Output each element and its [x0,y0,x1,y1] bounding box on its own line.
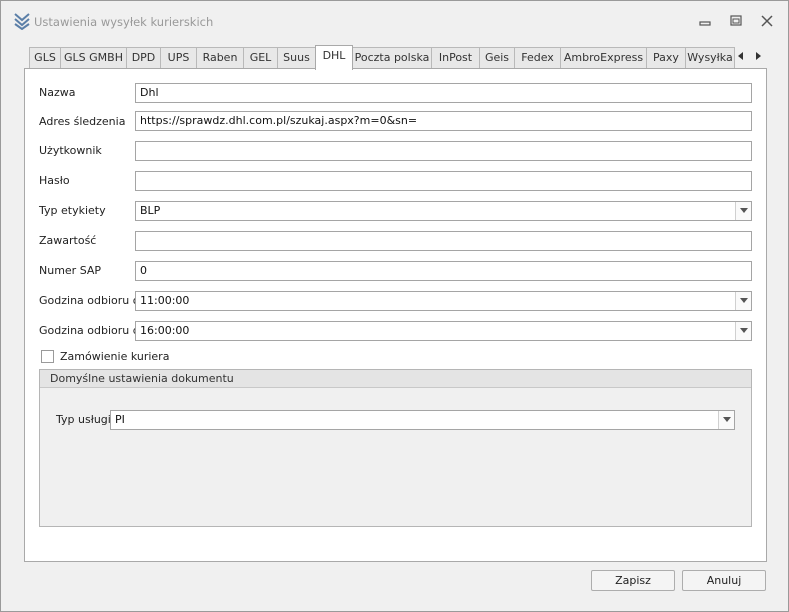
typ-uslugi-dropdown-button[interactable] [718,411,734,429]
tab-gel[interactable]: GEL [243,47,278,69]
typ-etykiety-combo[interactable]: BLP [135,201,752,221]
tab-geis[interactable]: Geis [479,47,515,69]
group-header: Domyślne ustawienia dokumentu [40,370,751,388]
close-icon[interactable] [759,14,775,28]
godzina-od-dropdown-button[interactable] [735,292,751,310]
godzina-od-combo[interactable]: 11:00:00 [135,291,752,311]
tab-paxy[interactable]: Paxy [646,47,686,69]
typ-uslugi-combo[interactable]: PI [110,410,735,430]
tab-scroll-right-icon[interactable] [753,50,763,62]
tab-dpd[interactable]: DPD [126,47,161,69]
nazwa-label: Nazwa [39,86,76,99]
zawartosc-field[interactable] [135,231,752,251]
haslo-field[interactable] [135,171,752,191]
zamowienie-kuriera-label[interactable]: Zamówienie kuriera [60,350,169,363]
window-title: Ustawienia wysyłek kurierskich [34,15,214,29]
chevron-down-icon [740,208,748,213]
chevron-down-icon [740,328,748,333]
tab-inpost[interactable]: InPost [431,47,480,69]
adres-sledzenia-field[interactable]: https://sprawdz.dhl.com.pl/szukaj.aspx?m… [135,111,752,131]
restore-icon[interactable] [728,14,744,28]
title-bar: Ustawienia wysyłek kurierskich [1,1,788,39]
godzina-do-label: Godzina odbioru do [39,324,147,337]
tab-poczta-polska[interactable]: Poczta polska [352,47,432,69]
tab-scroll-left-icon[interactable] [736,50,746,62]
typ-etykiety-value: BLP [140,204,161,217]
godzina-do-value: 16:00:00 [140,324,190,337]
tab-gls-gmbh[interactable]: GLS GMBH [60,47,127,69]
carrier-tabs: GLS GLS GMBH DPD UPS Raben GEL Suus DHL … [25,45,767,70]
godzina-od-value: 11:00:00 [140,294,190,307]
typ-etykiety-label: Typ etykiety [39,204,106,217]
tab-ups[interactable]: UPS [160,47,197,69]
tab-fedex[interactable]: Fedex [514,47,561,69]
app-chevrons-icon [14,13,30,30]
zawartosc-label: Zawartość [39,234,97,247]
group-title: Domyślne ustawienia dokumentu [50,372,234,385]
tab-gls[interactable]: GLS [29,47,61,69]
haslo-label: Hasło [39,174,70,187]
typ-uslugi-label: Typ usługi [56,413,111,426]
numer-sap-field[interactable]: 0 [135,261,752,281]
zamowienie-kuriera-checkbox[interactable] [41,350,54,363]
typ-uslugi-value: PI [115,413,125,426]
chevron-down-icon [740,298,748,303]
godzina-od-label: Godzina odbioru od [39,294,147,307]
tab-ambroexpress[interactable]: AmbroExpress [560,47,647,69]
minimize-icon[interactable] [697,14,713,28]
uzytkownik-label: Użytkownik [39,144,102,157]
cancel-button[interactable]: Anuluj [682,570,766,591]
dhl-settings-panel: Nazwa Dhl Adres śledzenia https://sprawd… [24,68,767,562]
save-button[interactable]: Zapisz [591,570,675,591]
tab-dhl[interactable]: DHL [315,45,353,70]
typ-etykiety-dropdown-button[interactable] [735,202,751,220]
tab-suus[interactable]: Suus [277,47,316,69]
tab-wysylka[interactable]: Wysyłka [685,47,735,69]
numer-sap-label: Numer SAP [39,264,102,277]
settings-window: Ustawienia wysyłek kurierskich GLS GLS G… [0,0,789,612]
godzina-do-dropdown-button[interactable] [735,322,751,340]
chevron-down-icon [723,417,731,422]
default-document-settings-group: Domyślne ustawienia dokumentu Typ usługi… [39,369,752,527]
godzina-do-combo[interactable]: 16:00:00 [135,321,752,341]
nazwa-field[interactable]: Dhl [135,83,752,103]
adres-sledzenia-label: Adres śledzenia [39,115,126,128]
tab-raben[interactable]: Raben [196,47,244,69]
uzytkownik-field[interactable] [135,141,752,161]
